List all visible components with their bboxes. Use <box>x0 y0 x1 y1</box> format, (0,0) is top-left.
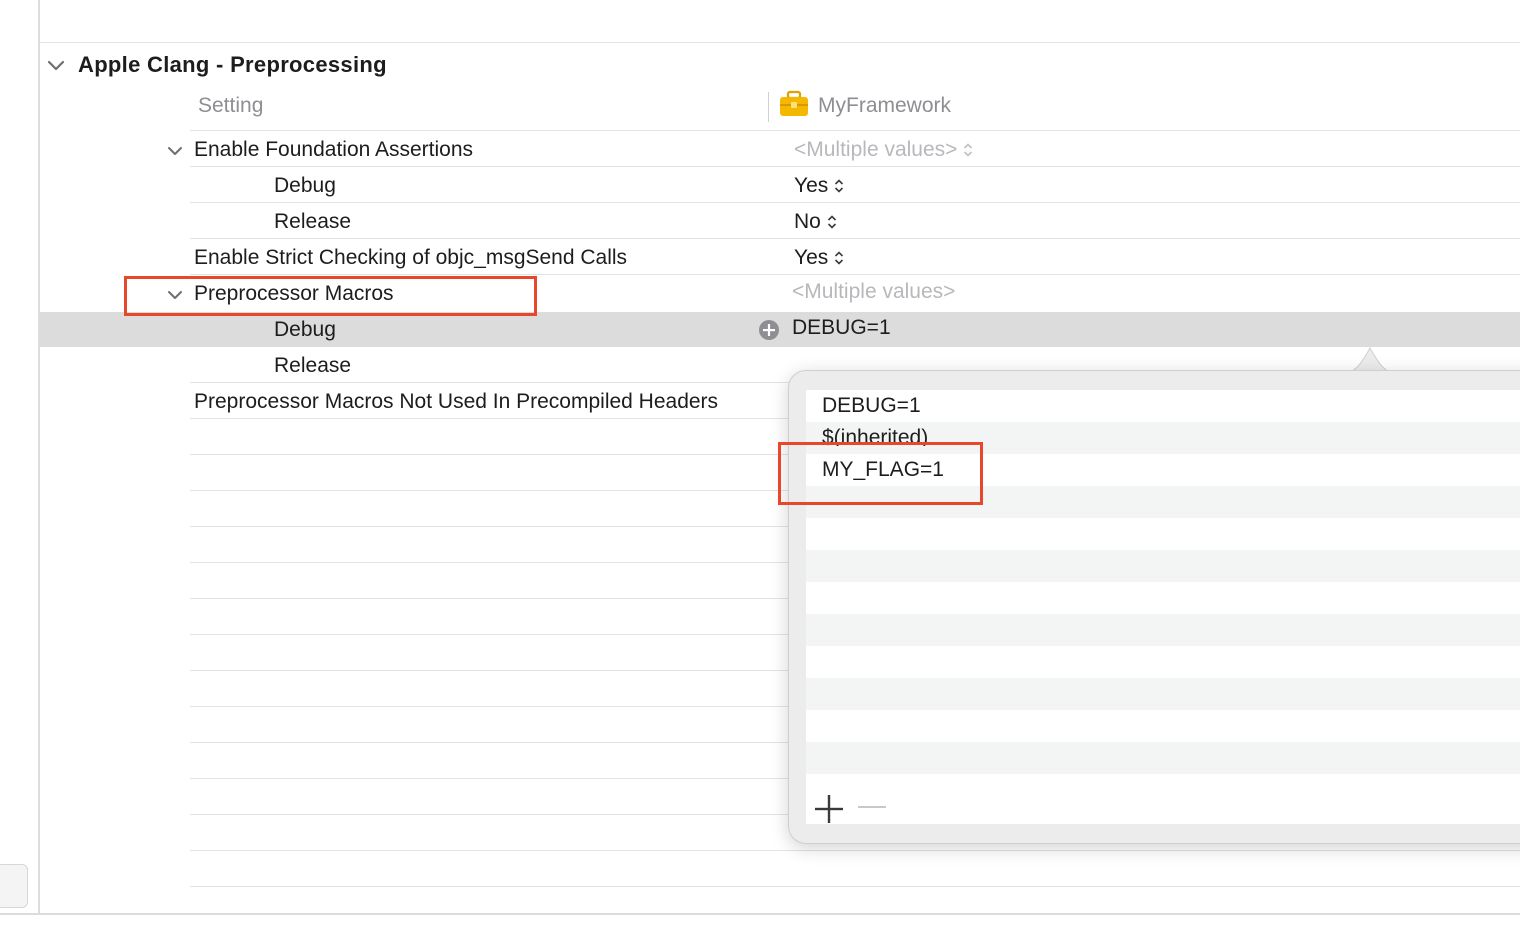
row-divider <box>190 886 1520 887</box>
list-row-bg <box>806 646 1520 678</box>
setting-value-release[interactable]: No <box>794 210 837 234</box>
bottom-border <box>0 913 1520 915</box>
left-pane-border <box>38 0 40 914</box>
setting-name-preprocessor-macros-not-used-pch[interactable]: Preprocessor Macros Not Used In Precompi… <box>194 390 718 414</box>
highlight-box-my-flag <box>778 442 983 505</box>
row-divider <box>190 202 1520 203</box>
setting-name-strict-objc-msgsend[interactable]: Enable Strict Checking of objc_msgSend C… <box>194 246 627 270</box>
list-row-bg <box>806 742 1520 774</box>
chevron-down-icon[interactable] <box>166 142 184 160</box>
column-divider[interactable] <box>768 92 769 122</box>
section-title: Apple Clang - Preprocessing <box>78 52 387 77</box>
list-row-bg <box>806 678 1520 710</box>
list-row-bg <box>806 614 1520 646</box>
framework-toolbox-icon <box>780 90 808 116</box>
column-header-setting[interactable]: Setting <box>198 94 263 118</box>
list-row-bg <box>806 518 1520 550</box>
section-top-divider <box>40 42 1520 43</box>
list-item-macro[interactable]: DEBUG=1 <box>822 394 921 418</box>
chevron-down-icon[interactable] <box>46 56 66 76</box>
updown-arrows-icon <box>835 179 844 194</box>
left-pane-tab[interactable] <box>0 864 28 908</box>
setting-config-debug[interactable]: Debug <box>274 174 336 198</box>
setting-value-strict-objc-msgsend[interactable]: Yes <box>794 246 844 270</box>
updown-arrows-icon <box>835 251 844 266</box>
setting-config-release[interactable]: Release <box>274 210 351 234</box>
add-item-button[interactable] <box>814 794 844 824</box>
setting-value-debug-macros[interactable]: DEBUG=1 <box>792 316 891 340</box>
value-text: Yes <box>794 246 829 269</box>
setting-config-release-macros[interactable]: Release <box>274 354 351 378</box>
updown-arrows-icon <box>827 215 836 230</box>
setting-value-debug[interactable]: Yes <box>794 174 844 198</box>
setting-value-preprocessor-macros[interactable]: <Multiple values> <box>792 280 955 304</box>
list-row-bg <box>806 710 1520 742</box>
column-header-target[interactable]: MyFramework <box>818 94 951 118</box>
highlight-box-preprocessor-macros <box>124 276 537 316</box>
list-row-bg <box>806 774 1520 806</box>
list-row-bg <box>806 582 1520 614</box>
value-text: No <box>794 210 821 233</box>
remove-item-button[interactable] <box>858 806 886 808</box>
row-divider <box>190 850 1520 851</box>
row-divider <box>190 274 1520 275</box>
value-text: Yes <box>794 174 829 197</box>
row-divider <box>190 166 1520 167</box>
selected-row-highlight <box>40 312 1520 347</box>
list-row-bg <box>806 550 1520 582</box>
add-condition-icon[interactable] <box>758 319 780 341</box>
value-text: <Multiple values> <box>794 138 958 161</box>
row-divider <box>190 238 1520 239</box>
setting-name-enable-foundation-assertions[interactable]: Enable Foundation Assertions <box>194 138 473 162</box>
setting-value-enable-foundation-assertions[interactable]: <Multiple values> <box>794 138 973 162</box>
updown-arrows-icon <box>964 143 973 158</box>
setting-config-debug-macros[interactable]: Debug <box>274 318 336 342</box>
row-divider <box>190 130 1520 131</box>
